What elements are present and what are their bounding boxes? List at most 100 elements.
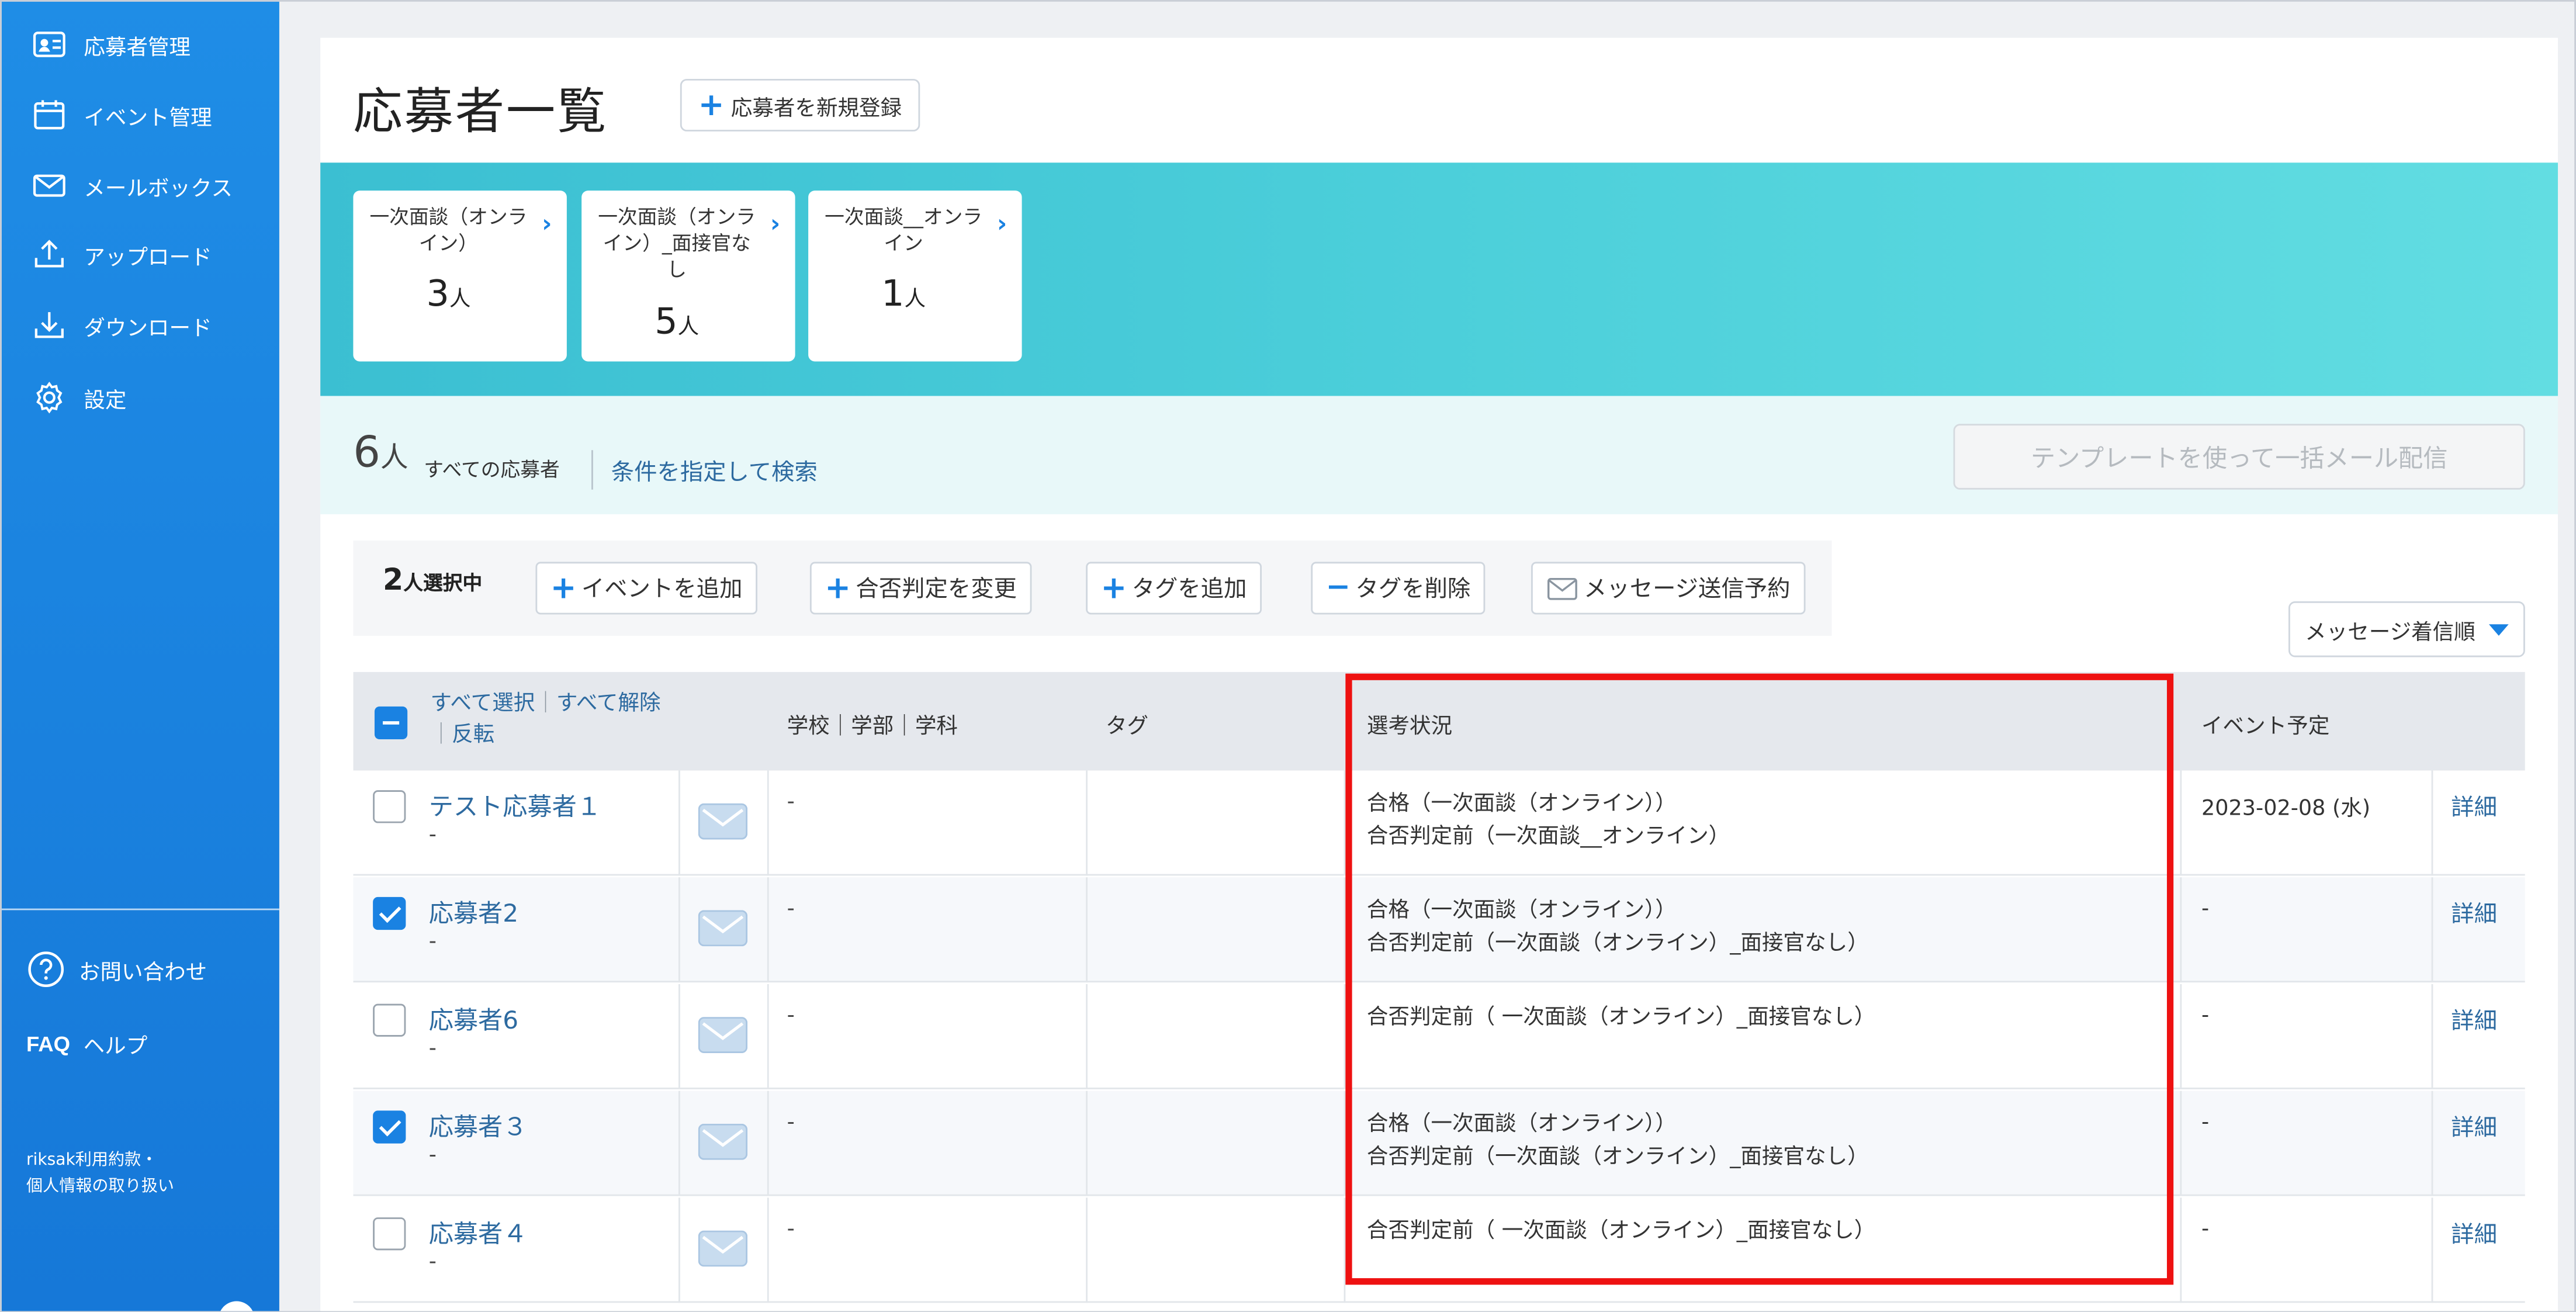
search-conditions-link[interactable]: 条件を指定して検索 [611,455,818,488]
column-divider [1086,1091,1088,1196]
deselect-all-link[interactable]: すべて解除 [556,692,661,716]
applicant-name-link[interactable]: 応募者３ [429,1109,528,1144]
applicant-name-link[interactable]: 応募者４ [429,1216,528,1250]
detail-link[interactable]: 詳細 [2451,1004,2497,1037]
column-divider [678,984,680,1089]
applicant-subtext: - [428,1250,437,1275]
column-divider [1344,770,1346,876]
stage-card[interactable]: 一次面談（オンライン） › 3人 [353,191,567,362]
remove-tag-button[interactable]: − タグを削除 [1311,562,1486,615]
column-divider [767,770,769,876]
column-divider [678,1091,680,1196]
sidebar-item-download[interactable]: ダウンロード [31,306,212,345]
app-window: 応募者管理 イベント管理 メールボックス アップロード ダウンロード 設定 お問… [0,0,2576,1312]
id-card-icon [33,32,65,57]
column-divider [1086,984,1088,1089]
status-cell: 合否判定前（ 一次面談（オンライン）_面接官なし） [1366,1218,1876,1244]
calendar-icon [34,100,65,130]
applicant-subtext: - [428,930,437,955]
message-icon[interactable] [698,1123,748,1160]
column-divider [678,770,680,876]
event-cell: - [2201,1003,2210,1029]
column-header-event: イベント予定 [2201,714,2330,740]
help-link[interactable]: FAQ ヘルプ [26,1029,147,1060]
terms-link[interactable]: riksak利用約款・ 個人情報の取り扱い [26,1148,174,1201]
add-tag-button[interactable]: + タグを追加 [1086,562,1262,615]
select-all-checkbox[interactable] [374,706,408,740]
question-icon [28,951,64,987]
page-title: 応募者一覧 [353,84,608,141]
table-row: 応募者３ - - 合格（一次面談（オンライン）） 合否判定前（一次面談（オンライン… [353,1091,2525,1196]
add-event-button[interactable]: + イベントを追加 [535,562,757,615]
applicant-name-link[interactable]: テスト応募者１ [429,788,601,823]
table-header: すべて選択｜すべて解除 ｜反転 学校｜学部｜学科 タグ 選考状況 イベント予定 [353,671,2525,771]
help-label: ヘルプ [83,1035,148,1060]
contact-label: お問い合わせ [78,960,207,985]
chat-bubble-icon[interactable] [218,1301,255,1311]
applicants-table: すべて選択｜すべて解除 ｜反転 学校｜学部｜学科 タグ 選考状況 イベント予定 … [353,671,2525,1311]
message-icon[interactable] [698,910,748,947]
sidebar-item-events[interactable]: イベント管理 [31,95,212,134]
add-applicant-label: 応募者を新規登録 [730,96,902,121]
stage-name: 一次面談（オンライン）_面接官なし [598,205,756,281]
message-icon[interactable] [698,1017,748,1053]
status-cell: 合格（一次面談（オンライン）） 合否判定前（一次面談（オンライン）_面接官なし） [1366,1112,1869,1170]
applicant-name-link[interactable]: 応募者2 [429,895,518,930]
faq-icon: FAQ [26,1031,71,1057]
school-cell: - [787,1217,795,1242]
sidebar-item-mailbox[interactable]: メールボックス [31,166,233,205]
upload-icon [34,240,64,268]
stage-card[interactable]: 一次面談（オンライン）_面接官なし › 5人 [581,191,795,362]
sidebar-item-settings[interactable]: 設定 [31,378,127,417]
detail-link[interactable]: 詳細 [2451,790,2497,823]
sidebar-item-upload[interactable]: アップロード [31,235,212,274]
select-all-link[interactable]: すべて選択 [431,692,535,716]
selected-count: 2人選択中 [383,563,483,598]
column-divider [2180,1091,2182,1196]
column-divider [678,1197,680,1303]
column-divider [1086,1197,1088,1303]
row-checkbox[interactable] [373,790,406,823]
column-divider [767,1091,769,1196]
table-row: 応募者４ - - 合否判定前（ 一次面談（オンライン）_面接官なし） - 詳細 [353,1197,2525,1303]
row-checkbox[interactable] [373,1217,406,1251]
school-cell: - [787,1003,795,1029]
sort-select[interactable]: メッセージ着信順 [2288,601,2525,657]
terms-line: riksak利用約款・ [26,1151,158,1170]
detail-link[interactable]: 詳細 [2451,1110,2497,1143]
detail-link[interactable]: 詳細 [2451,897,2497,930]
column-divider [1344,1091,1346,1196]
column-divider [2431,1197,2433,1303]
detail-link[interactable]: 詳細 [2451,1217,2497,1250]
column-divider [1086,877,1088,983]
schedule-message-button[interactable]: メッセージ送信予約 [1531,562,1805,615]
column-divider [767,1197,769,1303]
chevron-right-icon: › [542,209,552,238]
message-icon[interactable] [698,803,748,840]
selection-action-bar: 2人選択中 + イベントを追加 + 合否判定を変更 + タグを追加 − タグを削除 メッ… [353,540,1832,636]
invert-selection-link[interactable]: 反転 [452,723,494,747]
row-checkbox[interactable] [373,1003,406,1037]
add-applicant-button[interactable]: + 応募者を新規登録 [680,78,920,131]
sidebar-item-label: ダウンロード [84,316,212,341]
stage-name: 一次面談（オンライン） [369,205,528,255]
contact-link[interactable]: お問い合わせ [26,950,207,989]
applicant-subtext: - [428,1143,437,1168]
column-divider [2180,770,2182,876]
change-result-button[interactable]: + 合否判定を変更 [809,562,1032,615]
sort-selected: メッセージ着信順 [2305,620,2475,645]
column-divider [767,877,769,983]
bulk-mail-button[interactable]: テンプレートを使って一括メール配信 [1953,424,2525,490]
row-checkbox[interactable] [373,896,406,930]
message-icon[interactable] [698,1230,748,1267]
column-divider [678,877,680,983]
total-count: 6人 [353,428,408,479]
event-cell: - [2201,1110,2210,1136]
selection-links: すべて選択｜すべて解除 ｜反転 [430,691,661,748]
stage-card[interactable]: 一次面談__オンライン › 1人 [808,191,1022,362]
column-divider [1086,770,1088,876]
applicant-name-link[interactable]: 応募者6 [429,1002,518,1037]
sidebar-item-applicants[interactable]: 応募者管理 [31,25,191,64]
mail-icon [33,174,65,197]
row-checkbox[interactable] [373,1110,406,1144]
